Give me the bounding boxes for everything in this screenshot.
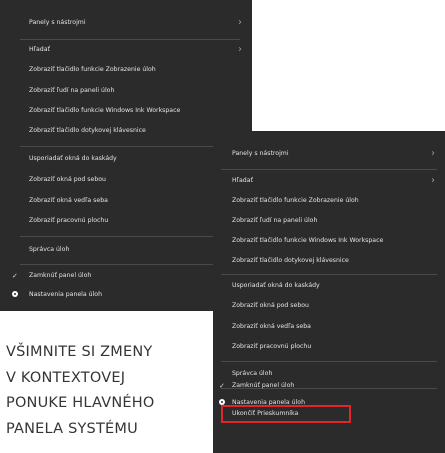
menu-item-label: Zobraziť tlačidlo funkcie Zobrazenie úlo…: [232, 197, 359, 204]
menu-item-touch-keyboard-button[interactable]: Zobraziť tlačidlo dotykovej klávesnice: [213, 251, 445, 271]
menu-item-label: Zobraziť okná pod sebou: [29, 176, 106, 183]
menu-item-toolbars[interactable]: Panely s nástrojmi ›: [0, 13, 252, 33]
caption-line: V KONTEXTOVEJ: [6, 369, 126, 386]
menu-item-label: Zobraziť okná vedľa seba: [232, 323, 311, 330]
menu-item-label: Správca úloh: [29, 246, 70, 253]
menu-separator: [221, 274, 437, 275]
menu-item-label: Panely s nástrojmi: [232, 150, 289, 157]
context-menu-right: Panely s nástrojmi › Hľadať › Zobraziť t…: [213, 131, 445, 453]
menu-item-label: Hľadať: [29, 46, 50, 53]
menu-item-task-view-button[interactable]: Zobraziť tlačidlo funkcie Zobrazenie úlo…: [213, 191, 445, 211]
caption: VŠIMNITE SI ZMENY V KONTEXTOVEJ PONUKE H…: [6, 340, 206, 442]
caption-line: VŠIMNITE SI ZMENY: [6, 344, 153, 360]
menu-separator: [221, 361, 437, 362]
menu-separator: [20, 236, 240, 237]
menu-item-search[interactable]: Hľadať ›: [213, 171, 445, 191]
menu-item-label: Usporiadať okná do kaskády: [29, 155, 117, 162]
menu-item-side-by-side-windows[interactable]: Zobraziť okná vedľa seba: [213, 317, 445, 337]
menu-item-label: Zobraziť tlačidlo dotykovej klávesnice: [232, 257, 349, 264]
chevron-right-icon: ›: [431, 148, 435, 159]
menu-item-ink-workspace-button[interactable]: Zobraziť tlačidlo funkcie Windows Ink Wo…: [213, 231, 445, 251]
menu-item-label: Panely s nástrojmi: [29, 19, 86, 26]
menu-item-label: Zobraziť ľudí na paneli úloh: [29, 87, 115, 94]
checkmark-icon: ✓: [12, 272, 18, 280]
menu-item-search[interactable]: Hľadať ›: [0, 40, 252, 60]
menu-item-label: Hľadať: [232, 177, 253, 184]
menu-item-stack-windows[interactable]: Zobraziť okná pod sebou: [213, 296, 445, 316]
caption-line: PONUKE HLAVNÉHO: [6, 395, 155, 411]
menu-item-label: Zobraziť tlačidlo funkcie Windows Ink Wo…: [232, 237, 384, 244]
chevron-right-icon: ›: [238, 44, 242, 55]
menu-item-label: Zobraziť tlačidlo dotykovej klávesnice: [29, 127, 146, 134]
menu-item-label: Zobraziť pracovnú plochu: [29, 217, 109, 224]
chevron-right-icon: ›: [431, 175, 435, 186]
menu-item-label: Zobraziť tlačidlo funkcie Windows Ink Wo…: [29, 107, 181, 114]
menu-separator: [20, 264, 240, 265]
menu-item-toolbars[interactable]: Panely s nástrojmi ›: [213, 144, 445, 164]
menu-item-label: Zamknúť panel úloh: [232, 382, 295, 389]
menu-item-people-on-taskbar[interactable]: Zobraziť ľudí na paneli úloh: [213, 211, 445, 231]
caption-line: PANELA SYSTÉMU: [6, 420, 138, 437]
menu-item-people-on-taskbar[interactable]: Zobraziť ľudí na paneli úloh: [0, 81, 252, 101]
menu-item-task-view-button[interactable]: Zobraziť tlačidlo funkcie Zobrazenie úlo…: [0, 60, 252, 80]
gear-icon: [12, 291, 18, 297]
menu-separator: [221, 169, 437, 170]
menu-item-label: Zamknúť panel úloh: [29, 272, 92, 279]
menu-item-label: Usporiadať okná do kaskády: [232, 282, 320, 289]
menu-item-label: Zobraziť okná pod sebou: [232, 302, 309, 309]
menu-item-ink-workspace-button[interactable]: Zobraziť tlačidlo funkcie Windows Ink Wo…: [0, 101, 252, 121]
menu-separator: [20, 146, 240, 147]
chevron-right-icon: ›: [238, 17, 242, 28]
menu-item-label: Zobraziť pracovnú plochu: [232, 343, 312, 350]
new-item-highlight-box: [221, 405, 351, 423]
menu-item-show-desktop[interactable]: Zobraziť pracovnú plochu: [213, 337, 445, 357]
menu-item-cascade-windows[interactable]: Usporiadať okná do kaskády: [213, 276, 445, 296]
menu-item-label: Zobraziť okná vedľa seba: [29, 197, 108, 204]
menu-item-label: Nastavenia panela úloh: [29, 291, 103, 298]
menu-item-label: Zobraziť ľudí na paneli úloh: [232, 217, 318, 224]
menu-item-label: Zobraziť tlačidlo funkcie Zobrazenie úlo…: [29, 66, 156, 73]
